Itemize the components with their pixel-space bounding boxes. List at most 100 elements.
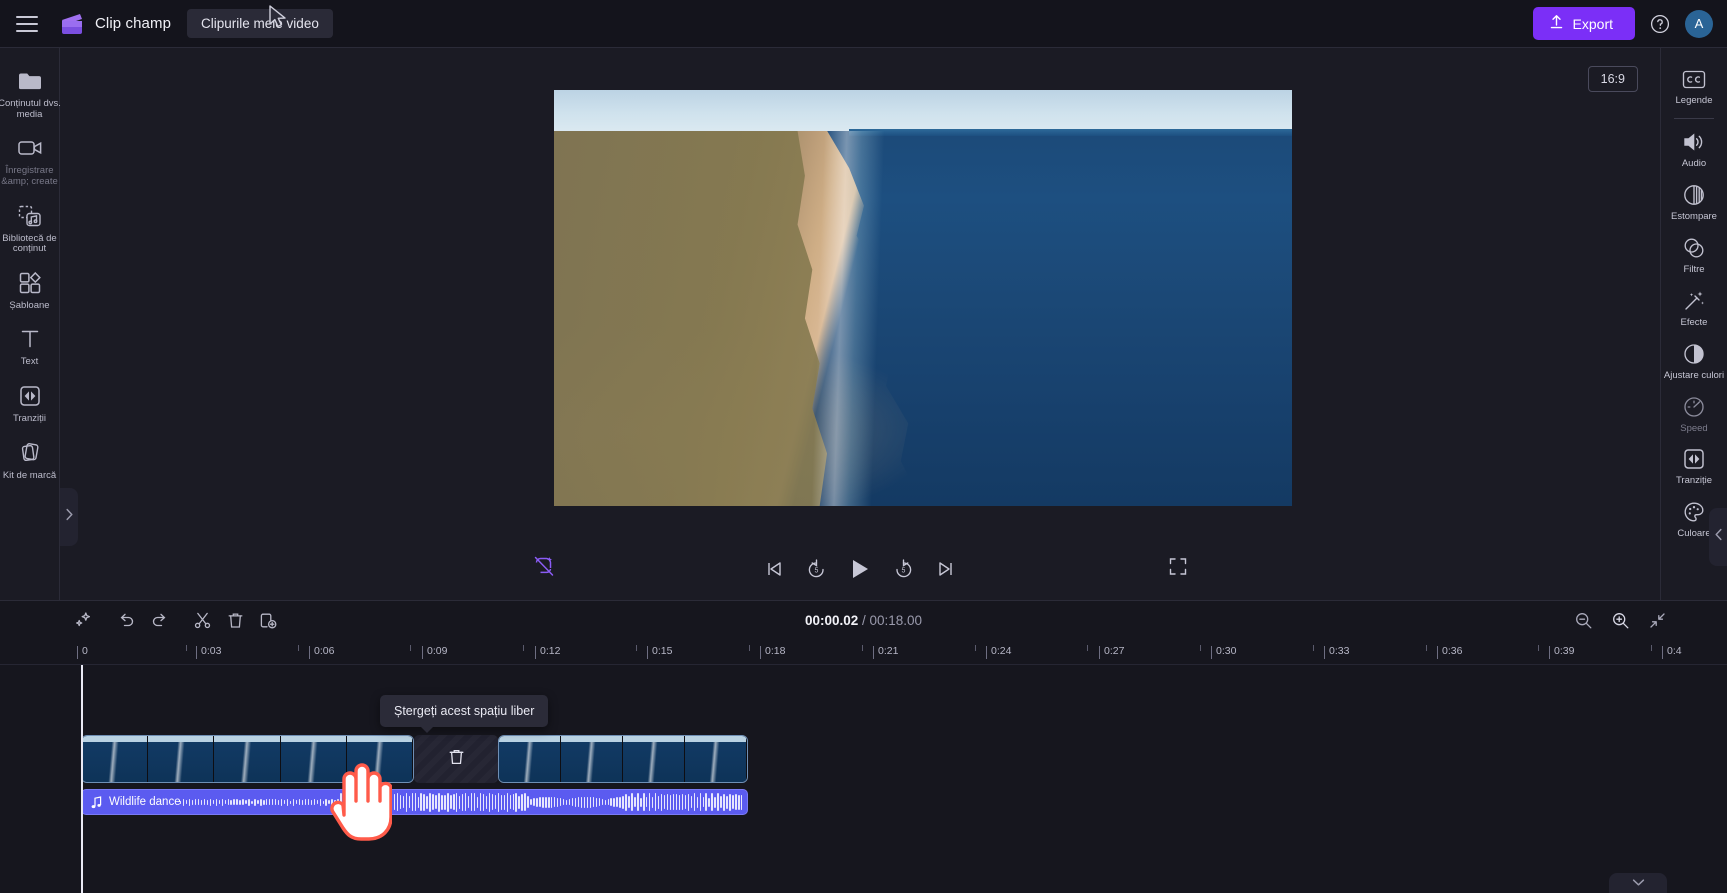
autofix-off-icon[interactable] xyxy=(532,555,556,584)
video-preview[interactable] xyxy=(554,90,1292,506)
ruler-tick-minor xyxy=(298,645,299,651)
right-item-label: Filtre xyxy=(1683,263,1705,275)
playhead[interactable] xyxy=(81,665,83,893)
sidebar-item-templates[interactable]: Șabloane xyxy=(1,260,59,312)
help-circle-icon[interactable] xyxy=(1649,13,1671,35)
project-tab[interactable]: Clipurile mele video xyxy=(187,9,333,38)
duplicate-button[interactable] xyxy=(253,605,283,635)
timeline-ruler[interactable]: 0 0:03 0:06 0:09 0:12 0:15 0:18 0:21 0:2… xyxy=(0,639,1727,665)
sidebar-item-brand-kit[interactable]: Kit de marcă xyxy=(1,430,59,482)
total-time: 00:18.00 xyxy=(869,612,923,628)
skip-to-end-button[interactable] xyxy=(936,559,956,579)
ruler-tick-minor xyxy=(975,645,976,651)
rewind-5s-button[interactable]: 5 xyxy=(806,558,827,580)
redo-button[interactable] xyxy=(144,605,174,635)
sidebar-item-label: Înregistrare &amp; create xyxy=(1,165,58,187)
sidebar-item-content-library[interactable]: Bibliotecă de conținut xyxy=(1,193,59,255)
table-row[interactable] xyxy=(498,735,748,783)
player-controls: 5 5 xyxy=(60,538,1660,600)
auto-compose-button[interactable] xyxy=(68,605,98,635)
sidebar-item-transitions[interactable]: Tranziții xyxy=(1,373,59,425)
ruler-tick: 0:03 xyxy=(195,645,222,659)
audio-clip[interactable]: Wildlife dance xyxy=(81,789,748,815)
play-button[interactable] xyxy=(849,557,871,581)
video-camera-icon xyxy=(17,135,43,161)
content-library-icon xyxy=(17,203,43,229)
fit-to-screen-button[interactable] xyxy=(1648,611,1667,630)
editor-body: Conținutul dvs. media Înregistrare &amp;… xyxy=(0,48,1727,600)
ruler-tick: 0:36 xyxy=(1436,645,1463,659)
undo-button[interactable] xyxy=(111,605,141,635)
ruler-tick: 0:12 xyxy=(534,645,561,659)
sidebar-item-label: Bibliotecă de conținut xyxy=(2,232,57,255)
aspect-ratio-badge[interactable]: 16:9 xyxy=(1587,66,1638,92)
timeline-zoom-controls xyxy=(1574,611,1667,630)
sidebar-item-media[interactable]: Conținutul dvs. media xyxy=(0,58,61,120)
brand-name: Clip champ xyxy=(95,15,172,32)
right-panel-collapse-toggle[interactable] xyxy=(1709,508,1727,566)
right-item-filters[interactable]: Filtre xyxy=(1661,227,1727,276)
brand-kit-icon xyxy=(17,440,43,466)
ruler-tick: 0:09 xyxy=(421,645,448,659)
right-item-fade[interactable]: Estompare xyxy=(1661,174,1727,223)
right-item-speed[interactable]: Speed xyxy=(1661,386,1727,435)
right-item-label: Estompare xyxy=(1671,210,1717,222)
ruler-tick-minor xyxy=(1426,645,1427,651)
ruler-tick-minor xyxy=(410,645,411,651)
right-item-transition[interactable]: Tranziție xyxy=(1661,438,1727,487)
templates-grid-icon xyxy=(17,270,43,296)
hamburger-icon[interactable] xyxy=(16,15,38,32)
left-sidebar: Conținutul dvs. media Înregistrare &amp;… xyxy=(0,48,61,600)
right-item-label: Audio xyxy=(1681,157,1707,169)
sidebar-item-record-create[interactable]: Înregistrare &amp; create xyxy=(1,125,59,187)
preview-area: 16:9 xyxy=(60,48,1660,538)
top-bar-right: Export A xyxy=(1532,7,1713,40)
right-item-label: Legende xyxy=(1675,95,1713,106)
ruler-tick-minor xyxy=(749,645,750,651)
clip-thumbnail xyxy=(148,736,215,782)
fade-icon xyxy=(1682,183,1706,207)
table-row[interactable] xyxy=(81,735,414,783)
avatar[interactable]: A xyxy=(1685,9,1713,38)
clip-thumbnail xyxy=(346,736,413,782)
sidebar-item-text[interactable]: Text xyxy=(1,316,59,368)
right-item-color-adjust[interactable]: Ajustare culori xyxy=(1661,333,1727,382)
ruler-tick-minor xyxy=(1200,645,1201,651)
clip-thumbnail xyxy=(561,736,623,782)
ruler-tick-minor xyxy=(523,645,524,651)
clip-thumbnail xyxy=(499,736,561,782)
forward-5s-button[interactable]: 5 xyxy=(893,558,914,580)
split-button[interactable] xyxy=(187,605,217,635)
timeline-collapse-toggle[interactable] xyxy=(1609,873,1667,893)
zoom-out-button[interactable] xyxy=(1574,611,1593,630)
ruler-tick-minor xyxy=(1538,645,1539,651)
chevron-right-icon xyxy=(65,508,74,526)
ruler-tick: 0:4 xyxy=(1662,645,1682,659)
right-item-captions[interactable]: Legende xyxy=(1661,58,1727,107)
clip-thumbnails xyxy=(499,736,747,782)
closed-caption-icon xyxy=(1682,67,1706,91)
sidebar-item-label: Șabloane xyxy=(9,299,50,311)
filters-icon xyxy=(1682,236,1706,260)
right-item-audio[interactable]: Audio xyxy=(1661,121,1727,170)
export-button[interactable]: Export xyxy=(1532,7,1635,40)
sidebar-item-label: Conținutul dvs. media xyxy=(0,98,61,120)
sidebar-item-label: Tranziții xyxy=(13,413,46,424)
folder-icon xyxy=(17,68,43,94)
fullscreen-icon[interactable] xyxy=(1168,557,1188,582)
zoom-in-button[interactable] xyxy=(1611,611,1630,630)
contrast-circle-icon xyxy=(1682,342,1706,366)
right-item-effects[interactable]: Efecte xyxy=(1661,280,1727,329)
ruler-tick: 0:24 xyxy=(985,645,1012,659)
skip-to-start-button[interactable] xyxy=(764,559,784,579)
ruler-tick: 0:39 xyxy=(1548,645,1575,659)
ruler-tick-minor xyxy=(862,645,863,651)
speaker-icon xyxy=(1682,130,1706,154)
preview-stage: 16:9 5 5 xyxy=(60,48,1660,600)
ruler-tick: 0:18 xyxy=(759,645,786,659)
ruler-tick: 0:15 xyxy=(646,645,673,659)
empty-gap-delete-button[interactable] xyxy=(414,735,498,783)
delete-button[interactable] xyxy=(220,605,250,635)
brand[interactable]: Clip champ xyxy=(58,11,171,37)
left-panel-collapse-toggle[interactable] xyxy=(60,488,78,546)
